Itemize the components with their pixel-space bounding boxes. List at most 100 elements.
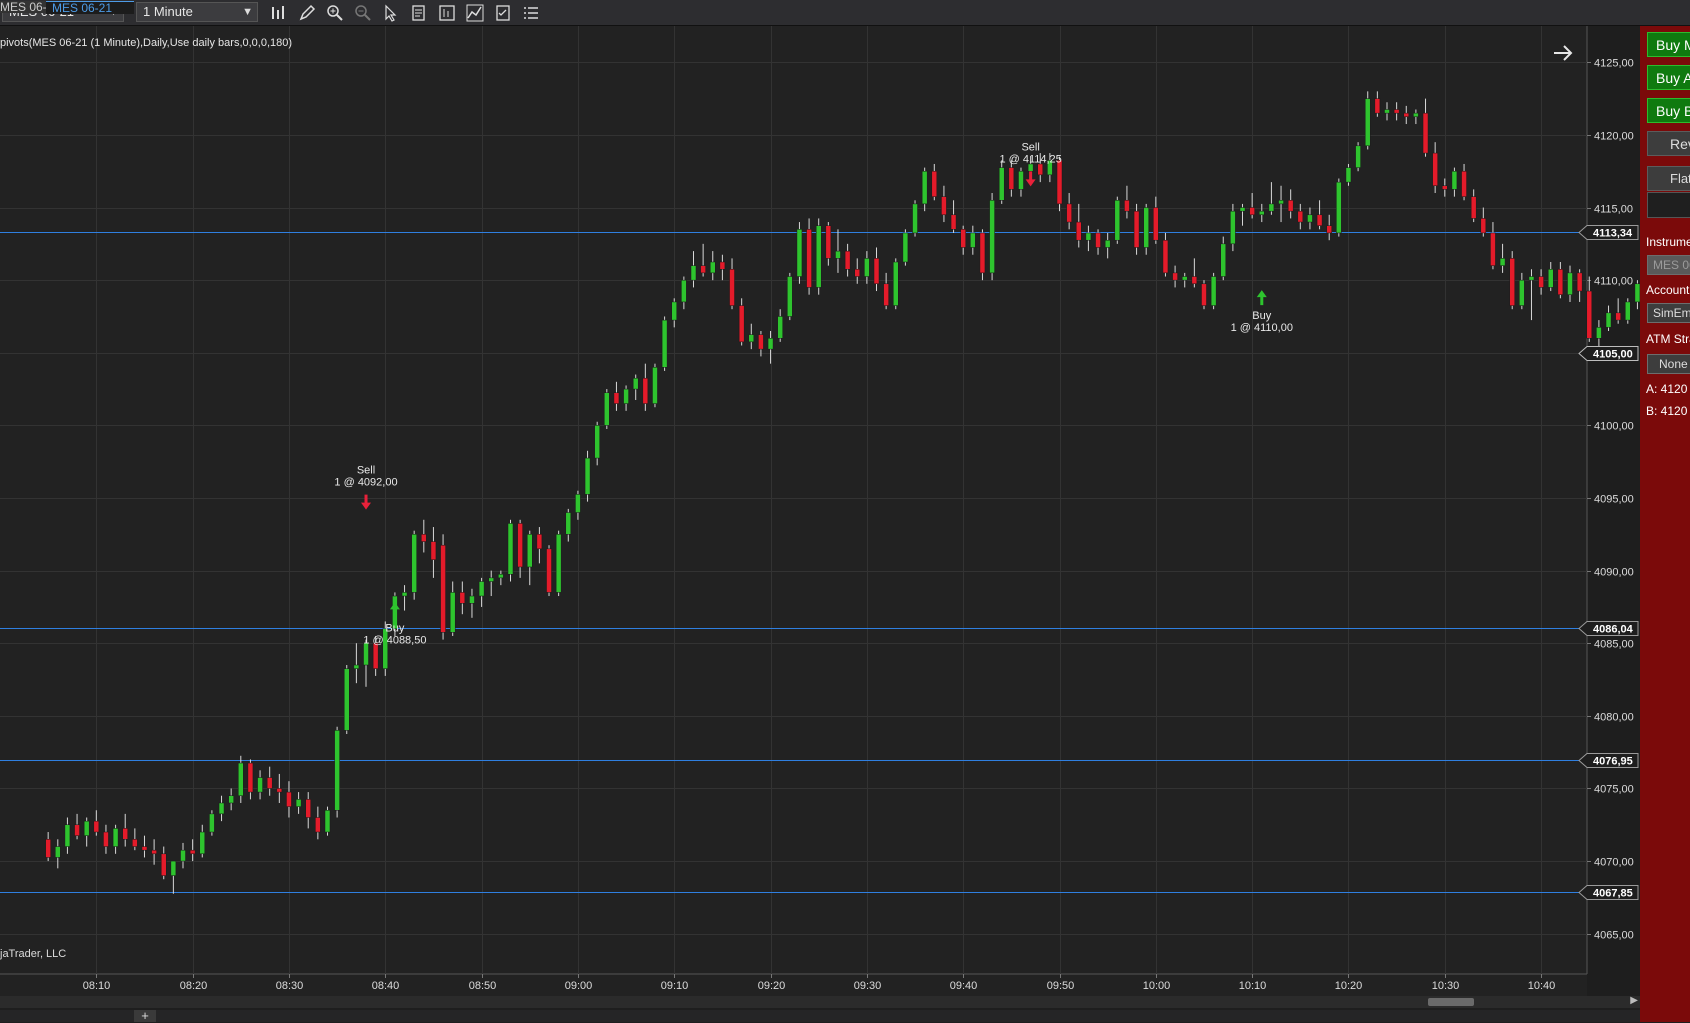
price-tick-label: 4085,00 — [1594, 639, 1634, 651]
candle-up — [767, 337, 774, 350]
price-tick-label: 4090,00 — [1594, 567, 1634, 579]
candle-up — [1220, 243, 1227, 277]
candle-up — [1451, 170, 1458, 190]
time-tick-label: 10:30 — [1432, 980, 1460, 992]
candle-down — [160, 853, 167, 876]
candle-up — [1625, 301, 1631, 321]
candle-up — [575, 494, 581, 513]
candle-down — [74, 824, 80, 836]
select-cursor-icon[interactable] — [381, 3, 401, 23]
candle-down — [950, 214, 957, 230]
candle-down — [372, 642, 379, 669]
chart-tab[interactable]: MES 06-21 — [0, 1, 46, 13]
buy-bid-button[interactable]: Buy Bid — [1647, 98, 1690, 123]
candle-down — [738, 305, 745, 343]
candle-up — [1567, 272, 1573, 295]
chart-horizontal-scrollbar[interactable]: ▶ — [0, 995, 1640, 1008]
candle-down — [1461, 170, 1467, 197]
price-tick-label: 4125,00 — [1594, 58, 1634, 70]
atm-strategy-select[interactable]: None — [1647, 354, 1690, 374]
candle-down — [941, 196, 947, 216]
indicators-icon[interactable] — [521, 3, 541, 23]
instrument-field: MES 06-21 — [1647, 255, 1690, 275]
candle-up — [1104, 239, 1111, 248]
arrow-right-icon[interactable] — [1550, 40, 1576, 66]
properties-icon[interactable] — [493, 3, 513, 23]
candle-up — [180, 849, 186, 862]
candle-down — [1615, 312, 1621, 321]
bar-type-icon[interactable] — [269, 3, 289, 23]
candle-down — [305, 799, 311, 818]
candle-down — [758, 334, 764, 350]
buy-ask-button[interactable]: Buy Ask — [1647, 65, 1690, 90]
time-tick-label: 10:40 — [1528, 980, 1556, 992]
candle-up — [1413, 112, 1419, 118]
candle-up — [507, 523, 514, 575]
candle-up — [1384, 109, 1390, 114]
candle-down — [719, 261, 726, 270]
candle-down — [122, 828, 128, 840]
candle-up — [343, 668, 350, 731]
candle-down — [1316, 214, 1323, 226]
interval-selector[interactable]: 1 Minute ▼ — [136, 2, 258, 22]
candle-down — [1480, 218, 1487, 234]
candle-down — [1008, 167, 1015, 190]
zoom-out-icon[interactable] — [353, 3, 373, 23]
candle-up — [295, 799, 302, 807]
reverse-button[interactable]: Rev — [1647, 131, 1690, 156]
bid-price-readout: B: 4120 — [1646, 404, 1688, 418]
chart-tab-active[interactable]: MES 06-21 — [46, 1, 134, 14]
candle-down — [1557, 269, 1564, 295]
data-box-icon[interactable] — [409, 3, 429, 23]
candle-down — [189, 849, 196, 855]
candle-down — [1287, 200, 1294, 212]
zoom-in-icon[interactable] — [325, 3, 345, 23]
pivot-price-label: 4067,85 — [1593, 888, 1633, 900]
chevron-down-icon: ▼ — [242, 6, 253, 18]
price-tick-label: 4080,00 — [1594, 712, 1634, 724]
scroll-right-icon[interactable]: ▶ — [1630, 995, 1638, 1006]
candle-down — [266, 777, 273, 789]
candlestick-chart-svg[interactable]: 4125,00 4120,00 4115,00 4110,00 4105,00 4100,… — [0, 26, 1640, 996]
strategies-icon[interactable] — [465, 3, 485, 23]
chart-trader-icon[interactable] — [437, 3, 457, 23]
candle-down — [1297, 210, 1304, 223]
atm-strategy-label: ATM Strategy — [1646, 332, 1690, 346]
ask-price-readout: A: 4120 — [1646, 382, 1688, 396]
buy-market-button[interactable]: Buy Mkt — [1647, 32, 1690, 57]
candle-down — [1538, 276, 1544, 288]
time-tick-label: 09:30 — [854, 980, 882, 992]
time-tick-label: 08:20 — [180, 980, 208, 992]
candle-up — [815, 225, 822, 288]
candle-down — [1201, 283, 1207, 306]
candle-up — [199, 831, 206, 855]
flatten-button[interactable]: Flatten — [1647, 166, 1690, 191]
candle-up — [257, 777, 263, 793]
candle-up — [488, 577, 494, 582]
candle-down — [931, 170, 938, 197]
candle-down — [517, 523, 523, 568]
candle-up — [652, 367, 658, 404]
candle-up — [748, 334, 755, 343]
candle-up — [787, 276, 793, 317]
candle-up — [893, 261, 899, 306]
pivot-price-label: 4086,04 — [1593, 624, 1634, 636]
add-tab-button[interactable]: + — [134, 1009, 156, 1022]
buy-marker-detail: 1 @ 4088,50 — [363, 634, 426, 646]
pivot-price-label: 4113,34 — [1593, 228, 1633, 240]
candle-up — [584, 457, 591, 495]
candle-up — [632, 377, 639, 390]
copyright-label: jaTrader, LLC — [0, 948, 67, 960]
price-chart[interactable]: 4125,00 4120,00 4115,00 4110,00 4105,00 4100,… — [0, 26, 1640, 996]
indicator-label[interactable]: pivots(MES 06-21 (1 Minute),Daily,Use da… — [0, 37, 292, 49]
candle-up — [1336, 181, 1342, 234]
candle-up — [401, 592, 408, 597]
candle-down — [1124, 200, 1130, 212]
scrollbar-thumb[interactable] — [1428, 998, 1474, 1006]
account-select[interactable]: SimEm — [1647, 303, 1690, 323]
drawing-tools-icon[interactable] — [297, 3, 317, 23]
candle-down — [1403, 112, 1410, 118]
order-quantity-box[interactable] — [1647, 192, 1690, 218]
sell-marker-label: Sell — [357, 465, 375, 477]
candle-down — [1509, 258, 1515, 306]
